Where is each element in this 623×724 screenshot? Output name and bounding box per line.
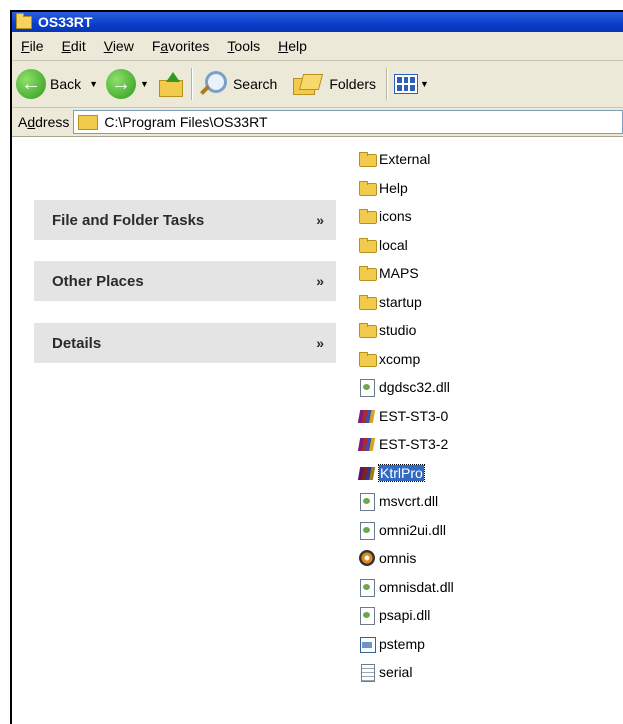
menu-tools[interactable]: Tools <box>218 38 269 54</box>
forward-dropdown-icon[interactable]: ▼ <box>140 79 149 89</box>
books-icon <box>357 407 377 425</box>
file-name: omnisdat.dll <box>379 578 454 595</box>
folder-up-icon[interactable] <box>157 72 185 97</box>
title-bar[interactable]: OS33RT <box>12 12 623 32</box>
menu-edit[interactable]: Edit <box>53 38 95 54</box>
address-value: C:\Program Files\OS33RT <box>104 114 268 130</box>
file-item[interactable]: External <box>357 147 430 171</box>
file-item[interactable]: omni2ui.dll <box>357 518 446 542</box>
folder-icon <box>16 12 32 29</box>
file-name: External <box>379 151 431 167</box>
file-name: Help <box>379 179 408 196</box>
folder-icon <box>78 114 99 130</box>
file-item[interactable]: msvcrt.dll <box>357 489 438 513</box>
file-name: omnis <box>379 550 417 566</box>
address-field[interactable]: C:\Program Files\OS33RT <box>73 110 623 134</box>
folder-icon <box>357 350 377 368</box>
address-bar: Address C:\Program Files\OS33RT <box>12 108 623 137</box>
back-dropdown-icon[interactable]: ▼ <box>89 79 98 89</box>
file-name: MAPS <box>379 265 419 281</box>
file-name: startup <box>379 293 422 310</box>
file-name: pstemp <box>379 635 425 652</box>
back-button[interactable]: Back <box>50 76 81 92</box>
file-item[interactable]: Help <box>357 176 408 200</box>
views-icon[interactable] <box>394 74 419 94</box>
file-and-folder-tasks-header[interactable]: File and Folder Tasks » <box>34 200 336 240</box>
file-item[interactable]: xcomp <box>357 347 420 371</box>
views-dropdown-icon[interactable]: ▼ <box>420 79 429 89</box>
folder-icon <box>357 150 377 168</box>
file-name: msvcrt.dll <box>379 493 439 509</box>
task-pane: File and Folder Tasks » Other Places » D… <box>12 137 342 724</box>
chevron-down-icon[interactable]: » <box>316 212 324 228</box>
folders-icon[interactable] <box>291 72 324 96</box>
window-title: OS33RT <box>38 14 93 30</box>
menu-help[interactable]: Help <box>269 38 316 54</box>
file-item[interactable]: dgdsc32.dll <box>357 375 450 399</box>
file-item[interactable]: serial <box>357 660 412 684</box>
application-icon <box>357 635 377 653</box>
file-name: omni2ui.dll <box>379 521 446 538</box>
file-item[interactable]: EST-ST3-0 <box>357 404 448 428</box>
folder-icon <box>357 236 377 254</box>
text-file-icon <box>357 663 377 682</box>
file-item[interactable]: EST-ST3-2 <box>357 432 448 456</box>
file-name: serial <box>379 664 413 680</box>
chevron-down-icon[interactable]: » <box>316 335 324 351</box>
books-icon <box>357 435 377 453</box>
folder-icon <box>357 207 377 225</box>
toolbar-separator <box>386 68 389 100</box>
folder-icon <box>357 293 377 311</box>
file-item[interactable]: icons <box>357 204 412 228</box>
file-name: studio <box>379 322 417 338</box>
menu-view[interactable]: View <box>95 38 143 54</box>
search-button[interactable]: Search <box>233 76 277 92</box>
back-arrow-icon[interactable]: ← <box>16 69 46 99</box>
chevron-down-icon[interactable]: » <box>316 273 324 289</box>
search-icon[interactable] <box>199 71 227 97</box>
folder-icon <box>357 264 377 282</box>
dll-icon <box>357 492 377 511</box>
toolbar: ← Back ▼ → ▼ Search Folders ▼ <box>12 61 623 108</box>
folder-icon <box>357 179 377 197</box>
file-item[interactable]: omnis <box>357 546 416 570</box>
dll-icon <box>357 578 377 597</box>
dll-icon <box>357 378 377 397</box>
file-item[interactable]: studio <box>357 318 416 342</box>
file-name: psapi.dll <box>379 607 431 623</box>
file-name: xcomp <box>379 350 421 367</box>
file-item[interactable]: local <box>357 233 408 257</box>
file-name: EST-ST3-2 <box>379 436 449 452</box>
file-item[interactable]: omnisdat.dll <box>357 575 454 599</box>
folder-icon <box>357 321 377 339</box>
folders-button[interactable]: Folders <box>329 76 376 92</box>
file-item[interactable]: pstemp <box>357 632 425 656</box>
file-item[interactable]: MAPS <box>357 261 419 285</box>
books-icon <box>357 464 377 482</box>
menu-file[interactable]: File <box>12 38 53 54</box>
file-name: local <box>379 236 408 253</box>
file-name: KtrlPro <box>378 463 425 482</box>
address-label: Address <box>18 114 70 130</box>
file-name: icons <box>379 208 412 224</box>
other-places-header[interactable]: Other Places » <box>34 261 336 301</box>
file-item[interactable]: psapi.dll <box>357 603 430 627</box>
file-item[interactable]: startup <box>357 290 422 314</box>
file-name: dgdsc32.dll <box>379 379 450 395</box>
file-name: EST-ST3-0 <box>379 407 449 424</box>
omnis-app-icon <box>357 549 377 567</box>
menu-bar: File Edit View Favorites Tools Help <box>12 32 623 61</box>
explorer-window: OS33RT File Edit View Favorites Tools He… <box>10 10 623 724</box>
forward-arrow-icon[interactable]: → <box>106 69 137 99</box>
details-header[interactable]: Details » <box>34 323 336 363</box>
file-item[interactable]: KtrlPro <box>357 461 425 485</box>
menu-favorites[interactable]: Favorites <box>143 38 219 54</box>
toolbar-separator <box>190 68 193 100</box>
dll-icon <box>357 521 377 540</box>
dll-icon <box>357 606 377 625</box>
